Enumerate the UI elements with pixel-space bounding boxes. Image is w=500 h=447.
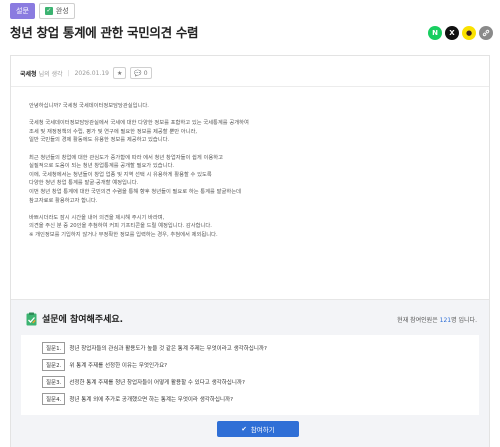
body-line: 다양한 청년 창업 통계를 발굴·공개할 예정입니다. bbox=[29, 180, 139, 187]
naver-icon[interactable]: N bbox=[428, 26, 442, 40]
question-item: 질문3. 선정한 통계 주제를 청년 창업자들이 어떻게 활용할 수 있다고 생… bbox=[42, 376, 245, 388]
body-line: 일반 국민들의 경제 활동에도 유용한 정보를 제공하고 있습니다. bbox=[29, 137, 170, 144]
check-icon: ✓ bbox=[44, 7, 53, 15]
meta-divider: | bbox=[67, 69, 70, 77]
body-line: 이에, 국세청에서는 청년들이 창업 업종 및 지역 선택 시 유용하게 활용할… bbox=[29, 171, 212, 178]
survey-section: 설문에 참여해주세요. 현재 참여인원은 121명 입니다. 질문1. 청년 창… bbox=[11, 299, 489, 447]
comment-count-button[interactable]: 💬 0 bbox=[130, 67, 152, 79]
badge-group: 설문 ✓ 완성 bbox=[10, 3, 75, 19]
survey-header: 설문에 참여해주세요. bbox=[26, 311, 124, 326]
survey-title: 설문에 참여해주세요. bbox=[42, 314, 124, 325]
participate-button[interactable]: ✔ 참여하기 bbox=[217, 421, 299, 437]
body-line: 안녕하십니까? 국세청 국세데이터정보담당관실입니다. bbox=[29, 103, 149, 109]
question-text: 선정한 통계 주제를 청년 창업자들이 어떻게 활용할 수 있다고 생각하십니까… bbox=[69, 380, 245, 386]
question-text: 청년 통계 외에 추가로 공개했으면 하는 통계는 무엇이라 생각하십니까? bbox=[69, 397, 234, 403]
question-tag: 질문1. bbox=[42, 342, 66, 354]
post-date: 2026.01.19 bbox=[74, 69, 109, 77]
question-tag: 질문3. bbox=[42, 376, 66, 388]
page-title: 청년 창업 통계에 관한 국민의견 수렴 bbox=[10, 25, 199, 40]
divider bbox=[11, 86, 489, 87]
question-item: 질문4. 청년 통계 외에 추가로 공개했으면 하는 통계는 무엇이라 생각하십… bbox=[42, 393, 233, 405]
survey-clipboard-icon bbox=[26, 311, 37, 326]
body-line: 최근 청년들의 창업에 대한 관심도가 증가함에 따라 에서 청년 창업자들이 … bbox=[29, 154, 223, 161]
author-suffix: 님의 생각 bbox=[38, 70, 63, 78]
participant-count: 현재 참여인원은 121명 입니다. bbox=[397, 315, 477, 324]
post-body: 안녕하십니까? 국세청 국세데이터정보담당관실입니다. 국세청 국세데이터정보담… bbox=[29, 102, 474, 240]
question-item: 질문1. 청년 창업자들의 관심과 활용도가 높을 것 같은 통계 주제는 무엇… bbox=[42, 342, 267, 354]
like-button[interactable]: ★ bbox=[112, 67, 127, 79]
x-icon[interactable]: X bbox=[445, 26, 459, 40]
question-tag: 질문2. bbox=[42, 359, 66, 371]
check-icon: ✔ bbox=[241, 425, 247, 433]
question-list: 질문1. 청년 창업자들의 관심과 활용도가 높을 것 같은 통계 주제는 무엇… bbox=[21, 335, 479, 415]
question-tag: 질문4. bbox=[42, 393, 66, 405]
status-badge: ✓ 완성 bbox=[38, 3, 75, 19]
question-text: 청년 창업자들의 관심과 활용도가 높을 것 같은 통계 주제는 무엇이라고 생… bbox=[69, 346, 267, 352]
post-card: 국세청 님의 생각 | 2026.01.19 ★ 💬 0 안녕하십니까? 국세청… bbox=[10, 55, 490, 447]
body-line: 조세 및 재정정책의 수립, 평가 및 연구에 필요한 정보를 제공할 뿐만 아… bbox=[29, 128, 198, 135]
participate-button-label: 참여하기 bbox=[250, 426, 275, 434]
body-line: 의견을 주신 분 중 20인을 추첨하여 커피 기프티콘을 드릴 예정입니다. … bbox=[29, 223, 212, 230]
body-line: 바쁘시더라도 잠시 시간을 내어 의견을 제시해 주시기 바라며, bbox=[29, 214, 165, 221]
participants-number: 121 bbox=[439, 317, 452, 324]
link-icon[interactable] bbox=[479, 26, 493, 40]
question-text: 위 통계 주제를 선정한 이유는 무엇인가요? bbox=[69, 363, 168, 369]
question-item: 질문2. 위 통계 주제를 선정한 이유는 무엇인가요? bbox=[42, 359, 167, 371]
body-line: 국세청 국세데이터정보담당관실에서 국세에 대한 다양한 정보를 포함하고 있는… bbox=[29, 120, 249, 127]
status-badge-label: 완성 bbox=[55, 7, 69, 15]
body-line: 이번 청년 창업 통계에 대한 국민의견 수렴을 통해 향후 청년들이 필요로 … bbox=[29, 188, 241, 195]
kakao-icon[interactable]: ● bbox=[462, 26, 476, 40]
post-meta: 국세청 님의 생각 | 2026.01.19 ★ 💬 0 bbox=[20, 63, 480, 83]
share-buttons: N X ● bbox=[428, 26, 493, 40]
body-line: ※ 개인정보를 기입하지 않거나 부정확한 정보를 입력하는 경우, 추첨에서 … bbox=[29, 231, 218, 238]
author-name: 국세청 bbox=[20, 70, 37, 78]
category-badge: 설문 bbox=[10, 3, 35, 19]
body-line: 실질적으로 도움이 되는 청년 창업통계를 공개할 필요가 있습니다. bbox=[29, 163, 175, 170]
body-line: 참고자료로 활용하고자 합니다. bbox=[29, 197, 98, 204]
participants-suffix: 명 입니다. bbox=[451, 317, 477, 324]
participants-prefix: 현재 참여인원은 bbox=[397, 317, 440, 324]
